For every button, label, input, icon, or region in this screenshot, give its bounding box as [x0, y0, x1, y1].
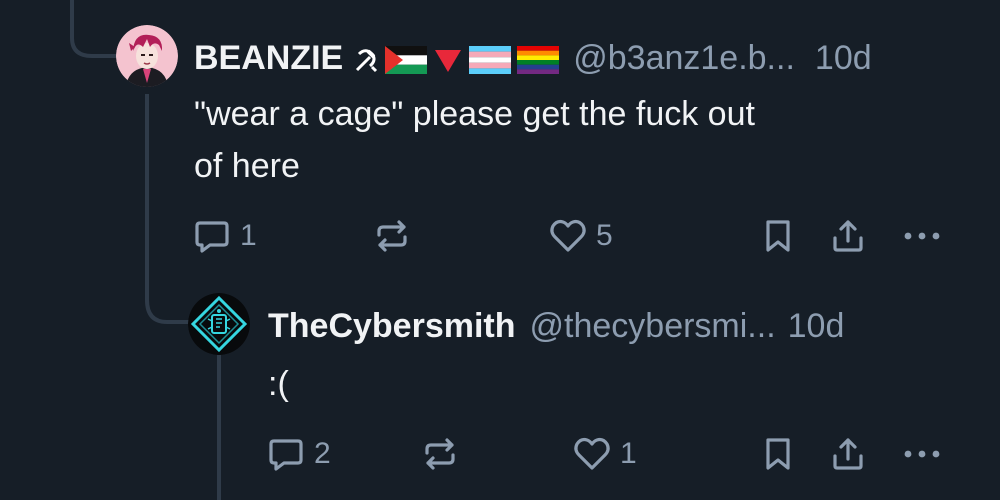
- transgender-flag-icon: [469, 46, 512, 74]
- like-button[interactable]: 1: [572, 432, 637, 476]
- bookmark-icon: [766, 438, 790, 470]
- display-name[interactable]: TheCybersmith: [268, 306, 516, 346]
- like-count: 1: [620, 437, 637, 470]
- avatar[interactable]: [188, 293, 250, 355]
- display-name[interactable]: BEANZIE: [194, 38, 343, 78]
- post-text-line: of here: [194, 147, 300, 185]
- handle[interactable]: @thecybersmi...: [530, 306, 776, 346]
- reply-icon: [269, 439, 303, 471]
- red-triangle-icon: [435, 50, 462, 72]
- avatar-image: [116, 25, 178, 87]
- palestine-flag-icon: [385, 46, 428, 74]
- share-icon: [833, 220, 863, 252]
- reply-icon: [195, 221, 229, 253]
- share-button[interactable]: [828, 214, 868, 258]
- bookmark-button[interactable]: [758, 432, 798, 476]
- thread-line-reply: [145, 94, 190, 324]
- thread-line-parent: [70, 0, 118, 58]
- avatar[interactable]: [116, 25, 178, 87]
- avatar-image: [188, 293, 250, 355]
- timestamp[interactable]: 10d: [788, 306, 845, 346]
- bookmark-button[interactable]: [758, 214, 798, 258]
- ellipsis-icon: [904, 232, 940, 240]
- reply-button[interactable]: 1: [192, 214, 257, 258]
- profile-badges: [353, 46, 560, 74]
- repost-button[interactable]: [420, 432, 468, 476]
- like-count: 5: [596, 219, 613, 252]
- more-options-button[interactable]: [900, 432, 944, 476]
- repost-icon: [425, 438, 455, 470]
- post-text: "wear a cage" please get the fuck out of…: [194, 88, 974, 192]
- timestamp[interactable]: 10d: [815, 38, 872, 78]
- heart-icon: [574, 437, 610, 470]
- repost-icon: [377, 220, 407, 252]
- bookmark-icon: [766, 220, 790, 252]
- share-button[interactable]: [828, 432, 868, 476]
- like-button[interactable]: 5: [548, 214, 613, 258]
- repost-button[interactable]: [372, 214, 420, 258]
- share-icon: [833, 438, 863, 470]
- action-bar: 1 5: [192, 214, 952, 258]
- post-text-line: "wear a cage" please get the fuck out: [194, 95, 755, 133]
- action-bar: 2 1: [266, 432, 956, 476]
- handle[interactable]: @b3anz1e.b...: [573, 38, 795, 78]
- reply-count: 2: [314, 437, 331, 470]
- rainbow-flag-icon: [517, 46, 560, 74]
- post-header: BEANZIE @b3anz1e.b... 10d: [194, 38, 872, 78]
- post-header: TheCybersmith @thecybersmi... 10d: [268, 306, 844, 346]
- reply-button[interactable]: 2: [266, 432, 331, 476]
- thread-view: BEANZIE @b3anz1e.b... 10d "wear a cage" …: [0, 0, 1000, 500]
- post-text: :(: [268, 365, 289, 403]
- more-options-button[interactable]: [900, 214, 944, 258]
- ellipsis-icon: [904, 450, 940, 458]
- reply-count: 1: [240, 219, 257, 252]
- hammer-and-sickle-icon: [356, 49, 378, 73]
- heart-icon: [550, 219, 586, 252]
